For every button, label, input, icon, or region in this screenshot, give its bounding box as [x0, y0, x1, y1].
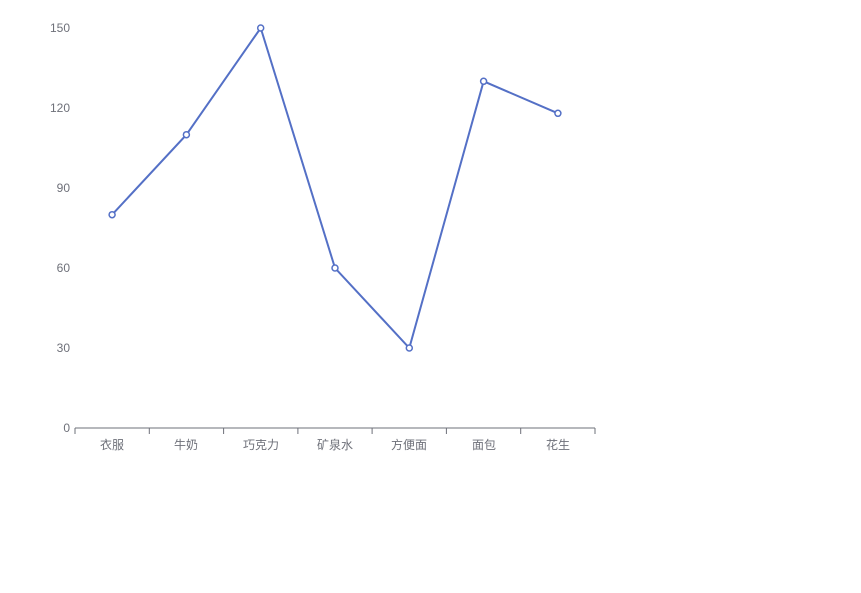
data-point[interactable] [109, 212, 115, 218]
data-point[interactable] [481, 78, 487, 84]
data-point[interactable] [183, 132, 189, 138]
data-line [112, 28, 558, 348]
chart-svg [0, 0, 861, 593]
data-point[interactable] [258, 25, 264, 31]
data-point[interactable] [406, 345, 412, 351]
data-point[interactable] [555, 110, 561, 116]
data-point[interactable] [332, 265, 338, 271]
line-chart: 150 120 90 60 30 0 衣服 牛奶 巧克力 矿泉水 方便面 面包 … [0, 0, 861, 593]
